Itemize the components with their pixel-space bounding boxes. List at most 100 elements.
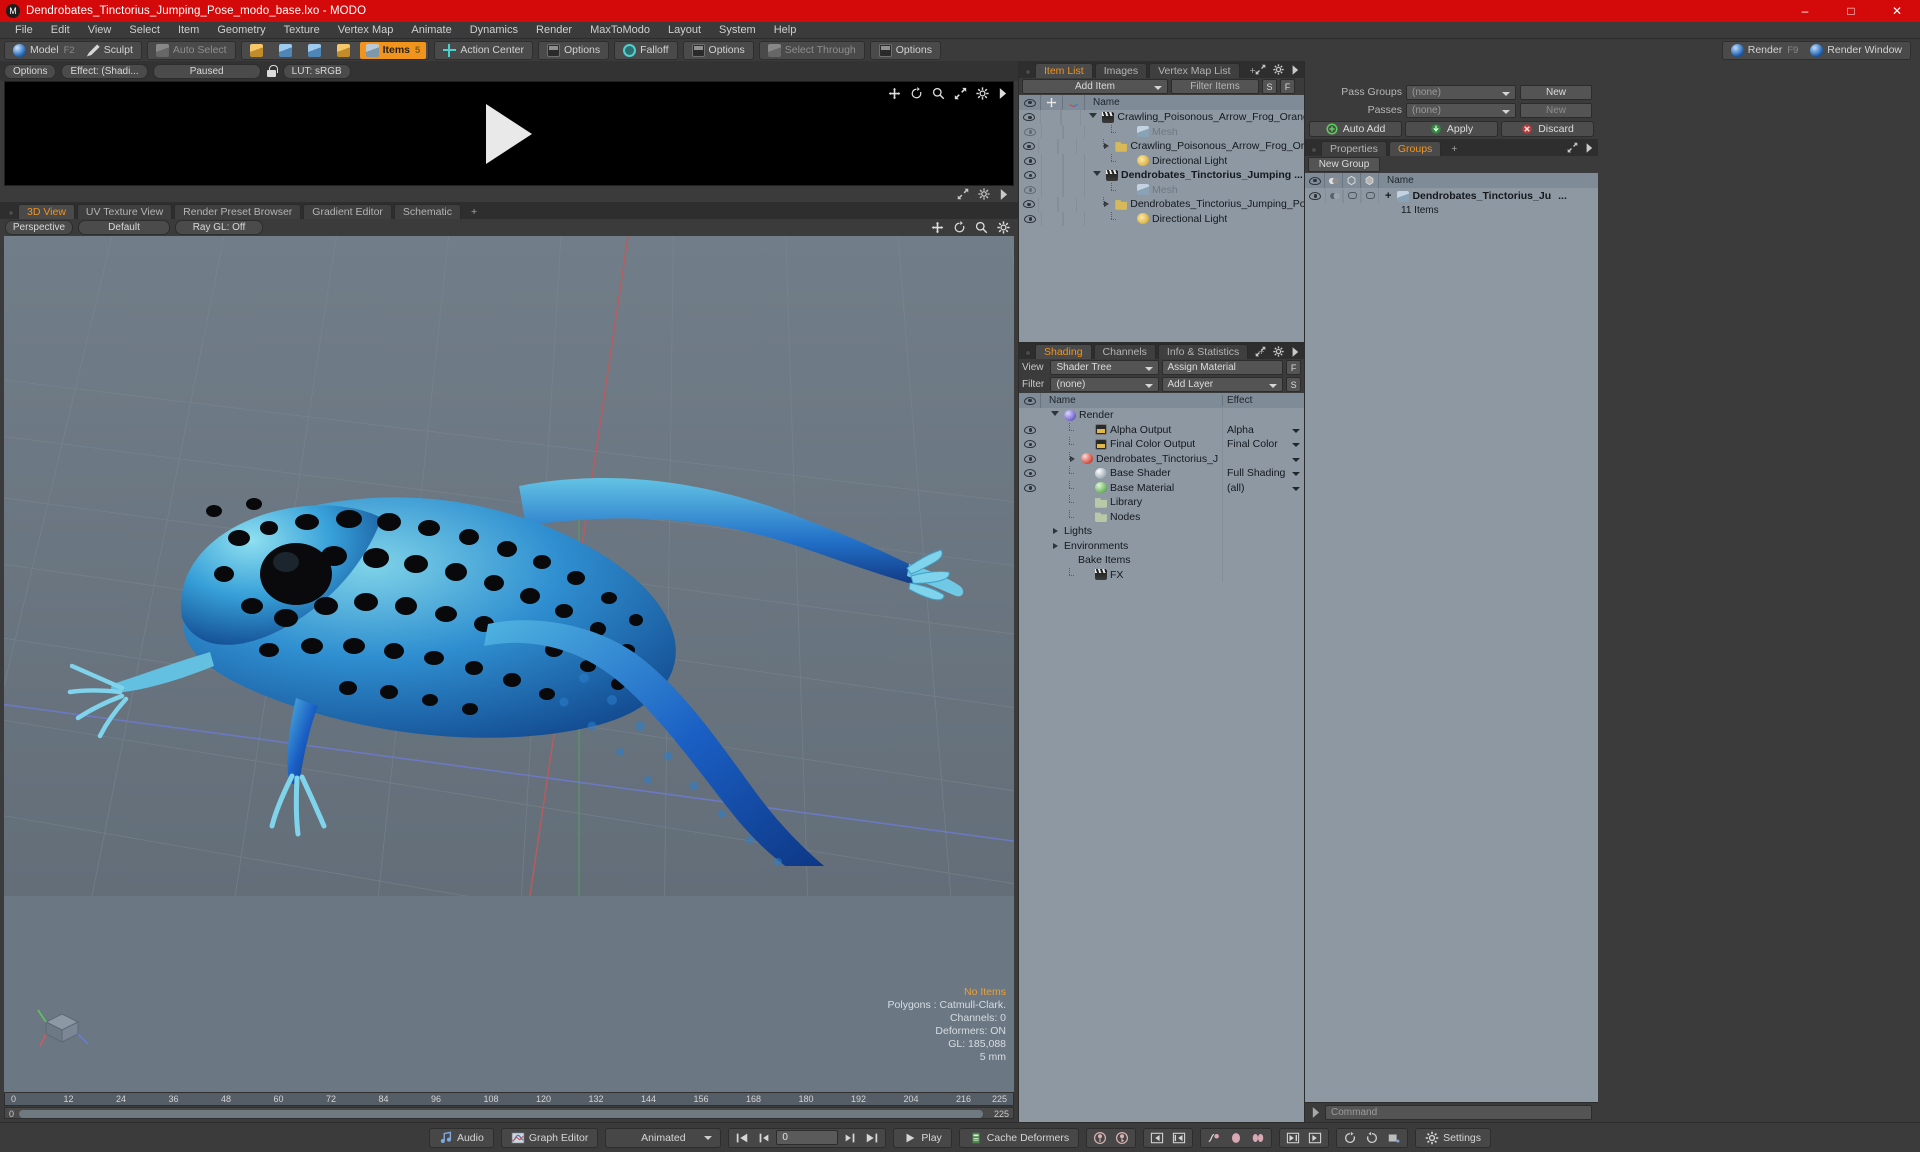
shader-tree-row[interactable]: Environments	[1019, 538, 1304, 553]
curve-key-button[interactable]	[1204, 1129, 1224, 1146]
shader-visibility-toggle[interactable]	[1019, 454, 1041, 463]
viewport-panel-dot[interactable]	[8, 210, 14, 216]
gear-icon-vp[interactable]	[997, 221, 1010, 234]
items-mode-button[interactable]: Items 5	[359, 41, 427, 59]
item-list-row[interactable]: Crawling_Poisonous_Arrow_Frog_Ora...	[1019, 139, 1304, 154]
menu-item-animate[interactable]: Animate	[402, 22, 460, 39]
shader-tree-row[interactable]: Nodes	[1019, 509, 1304, 524]
pan-icon[interactable]	[888, 87, 901, 100]
menu-item-edit[interactable]: Edit	[42, 22, 79, 39]
panel-menu-icon-shading[interactable]	[1291, 346, 1299, 357]
row-lock-cell[interactable]	[1038, 139, 1058, 154]
close-button[interactable]: ✕	[1874, 0, 1920, 22]
groups-body[interactable]: + Dendrobates_Tinctorius_Ju... 11 Items	[1305, 188, 1598, 1102]
col-visibility-icon[interactable]	[1019, 95, 1041, 110]
shader-tree-body[interactable]: Render Alpha Output Alpha Final Color Outpu…	[1019, 408, 1304, 1122]
col-axis-icon[interactable]	[1063, 95, 1085, 110]
groups-add-tab-button[interactable]: +	[1443, 141, 1465, 156]
row-lock-cell[interactable]	[1041, 168, 1063, 183]
current-frame-input[interactable]: 0	[776, 1130, 839, 1145]
frog-3d-model[interactable]	[64, 306, 1014, 866]
shader-tree-row[interactable]: Bake Items	[1019, 553, 1304, 568]
item-list-tab-vertex-map-list[interactable]: Vertex Map List	[1149, 63, 1240, 78]
shader-tree-row[interactable]: Library	[1019, 495, 1304, 510]
menu-item-system[interactable]: System	[710, 22, 765, 39]
row-axis-cell[interactable]	[1063, 124, 1085, 139]
pass-groups-new-button[interactable]: New	[1520, 84, 1592, 100]
add-key-button[interactable]	[1226, 1129, 1246, 1146]
shader-tree-row[interactable]: Base Material (all)	[1019, 480, 1304, 495]
panel-menu-icon-2[interactable]	[999, 188, 1008, 200]
tree-right-arrow-icon[interactable]	[1049, 542, 1061, 549]
row-visibility-toggle[interactable]	[1019, 200, 1038, 209]
select-through-options-button[interactable]: Options	[873, 42, 938, 59]
expand-icon-2[interactable]	[957, 188, 969, 200]
row-lock-cell[interactable]	[1039, 110, 1061, 125]
menu-item-select[interactable]: Select	[120, 22, 169, 39]
row-axis-cell[interactable]	[1063, 168, 1085, 183]
menu-item-texture[interactable]: Texture	[275, 22, 329, 39]
shader-filter-select[interactable]: (none)	[1050, 377, 1159, 392]
item-list-panel-dot[interactable]	[1025, 69, 1031, 75]
item-list-f-button[interactable]: F	[1280, 79, 1295, 94]
shading-panel-dot[interactable]	[1025, 350, 1031, 356]
menu-item-render[interactable]: Render	[527, 22, 581, 39]
row-lock-cell[interactable]	[1041, 182, 1063, 197]
ray-gl-button[interactable]: Ray GL: Off	[175, 220, 263, 235]
shader-visibility-toggle[interactable]	[1019, 483, 1041, 492]
key-pair-button[interactable]	[1248, 1129, 1268, 1146]
shader-effect-cell[interactable]	[1222, 451, 1304, 466]
shader-tree-row[interactable]: Dendrobates_Tinctorius_J ...	[1019, 451, 1304, 466]
shading-tab-info-statistics[interactable]: Info & Statistics	[1157, 344, 1249, 359]
item-list-tab-item-list[interactable]: Item List	[1035, 63, 1093, 78]
render-window-button[interactable]: Render Window	[1804, 42, 1908, 59]
shader-effect-cell[interactable]: (all)	[1222, 480, 1304, 495]
group-visibility-toggle[interactable]	[1305, 192, 1325, 200]
gear-icon-2[interactable]	[978, 188, 990, 200]
shader-tree-row[interactable]: Final Color Output Final Color	[1019, 437, 1304, 452]
viewport-tab-schematic[interactable]: Schematic	[393, 204, 461, 219]
col-lock-icon[interactable]	[1041, 95, 1063, 110]
maximize-button[interactable]: □	[1828, 0, 1874, 22]
row-visibility-toggle[interactable]	[1019, 185, 1041, 194]
passes-select[interactable]: (none)	[1406, 102, 1516, 118]
row-visibility-toggle[interactable]	[1019, 171, 1041, 180]
shader-view-select[interactable]: Shader Tree	[1050, 360, 1159, 375]
action-center-options-button[interactable]: Options	[541, 42, 606, 59]
groups-panel-dot[interactable]	[1311, 147, 1317, 153]
row-visibility-toggle[interactable]	[1019, 127, 1041, 136]
minimize-button[interactable]: –	[1782, 0, 1828, 22]
row-lock-cell[interactable]	[1041, 124, 1063, 139]
animated-select[interactable]: Animated	[609, 1129, 717, 1146]
3d-viewport[interactable]: No Items Polygons : Catmull-Clark. Chann…	[4, 236, 1014, 1092]
shader-tree-row[interactable]: Alpha Output Alpha	[1019, 422, 1304, 437]
command-input[interactable]: Command	[1325, 1105, 1592, 1120]
item-list-row[interactable]: Mesh	[1019, 124, 1304, 139]
groups-row[interactable]: + Dendrobates_Tinctorius_Ju...	[1305, 188, 1598, 204]
shading-tab-shading[interactable]: Shading	[1035, 344, 1092, 359]
shader-visibility-toggle[interactable]	[1019, 440, 1041, 449]
shader-effect-cell[interactable]: Alpha	[1222, 422, 1304, 437]
row-axis-cell[interactable]	[1063, 153, 1085, 168]
group-wire-cell[interactable]	[1343, 188, 1361, 204]
menu-item-layout[interactable]: Layout	[659, 22, 710, 39]
prev-key-button-2[interactable]	[1169, 1129, 1189, 1146]
preview-play-icon[interactable]	[486, 103, 532, 164]
shader-visibility-toggle[interactable]	[1019, 469, 1041, 478]
go-to-end-button[interactable]	[862, 1129, 882, 1146]
panel-menu-icon-groups[interactable]	[1585, 142, 1593, 153]
play-button[interactable]: Play	[897, 1129, 947, 1146]
bake-button[interactable]	[1384, 1129, 1404, 1146]
row-visibility-toggle[interactable]	[1019, 156, 1041, 165]
shader-effect-cell[interactable]: Full Shading	[1222, 466, 1304, 481]
menu-item-item[interactable]: Item	[169, 22, 208, 39]
expand-icon-shading[interactable]	[1255, 346, 1266, 357]
passes-new-button[interactable]: New	[1520, 102, 1592, 118]
auto-add-button[interactable]: Auto Add	[1309, 121, 1402, 137]
expand-icon-groups[interactable]	[1567, 142, 1578, 153]
add-item-button[interactable]: Add Item	[1022, 79, 1168, 94]
item-list-tab-images[interactable]: Images	[1094, 63, 1148, 78]
gear-icon-itemlist[interactable]	[1273, 64, 1284, 75]
previous-frame-button[interactable]	[754, 1129, 774, 1146]
gear-icon-shading[interactable]	[1273, 346, 1284, 357]
